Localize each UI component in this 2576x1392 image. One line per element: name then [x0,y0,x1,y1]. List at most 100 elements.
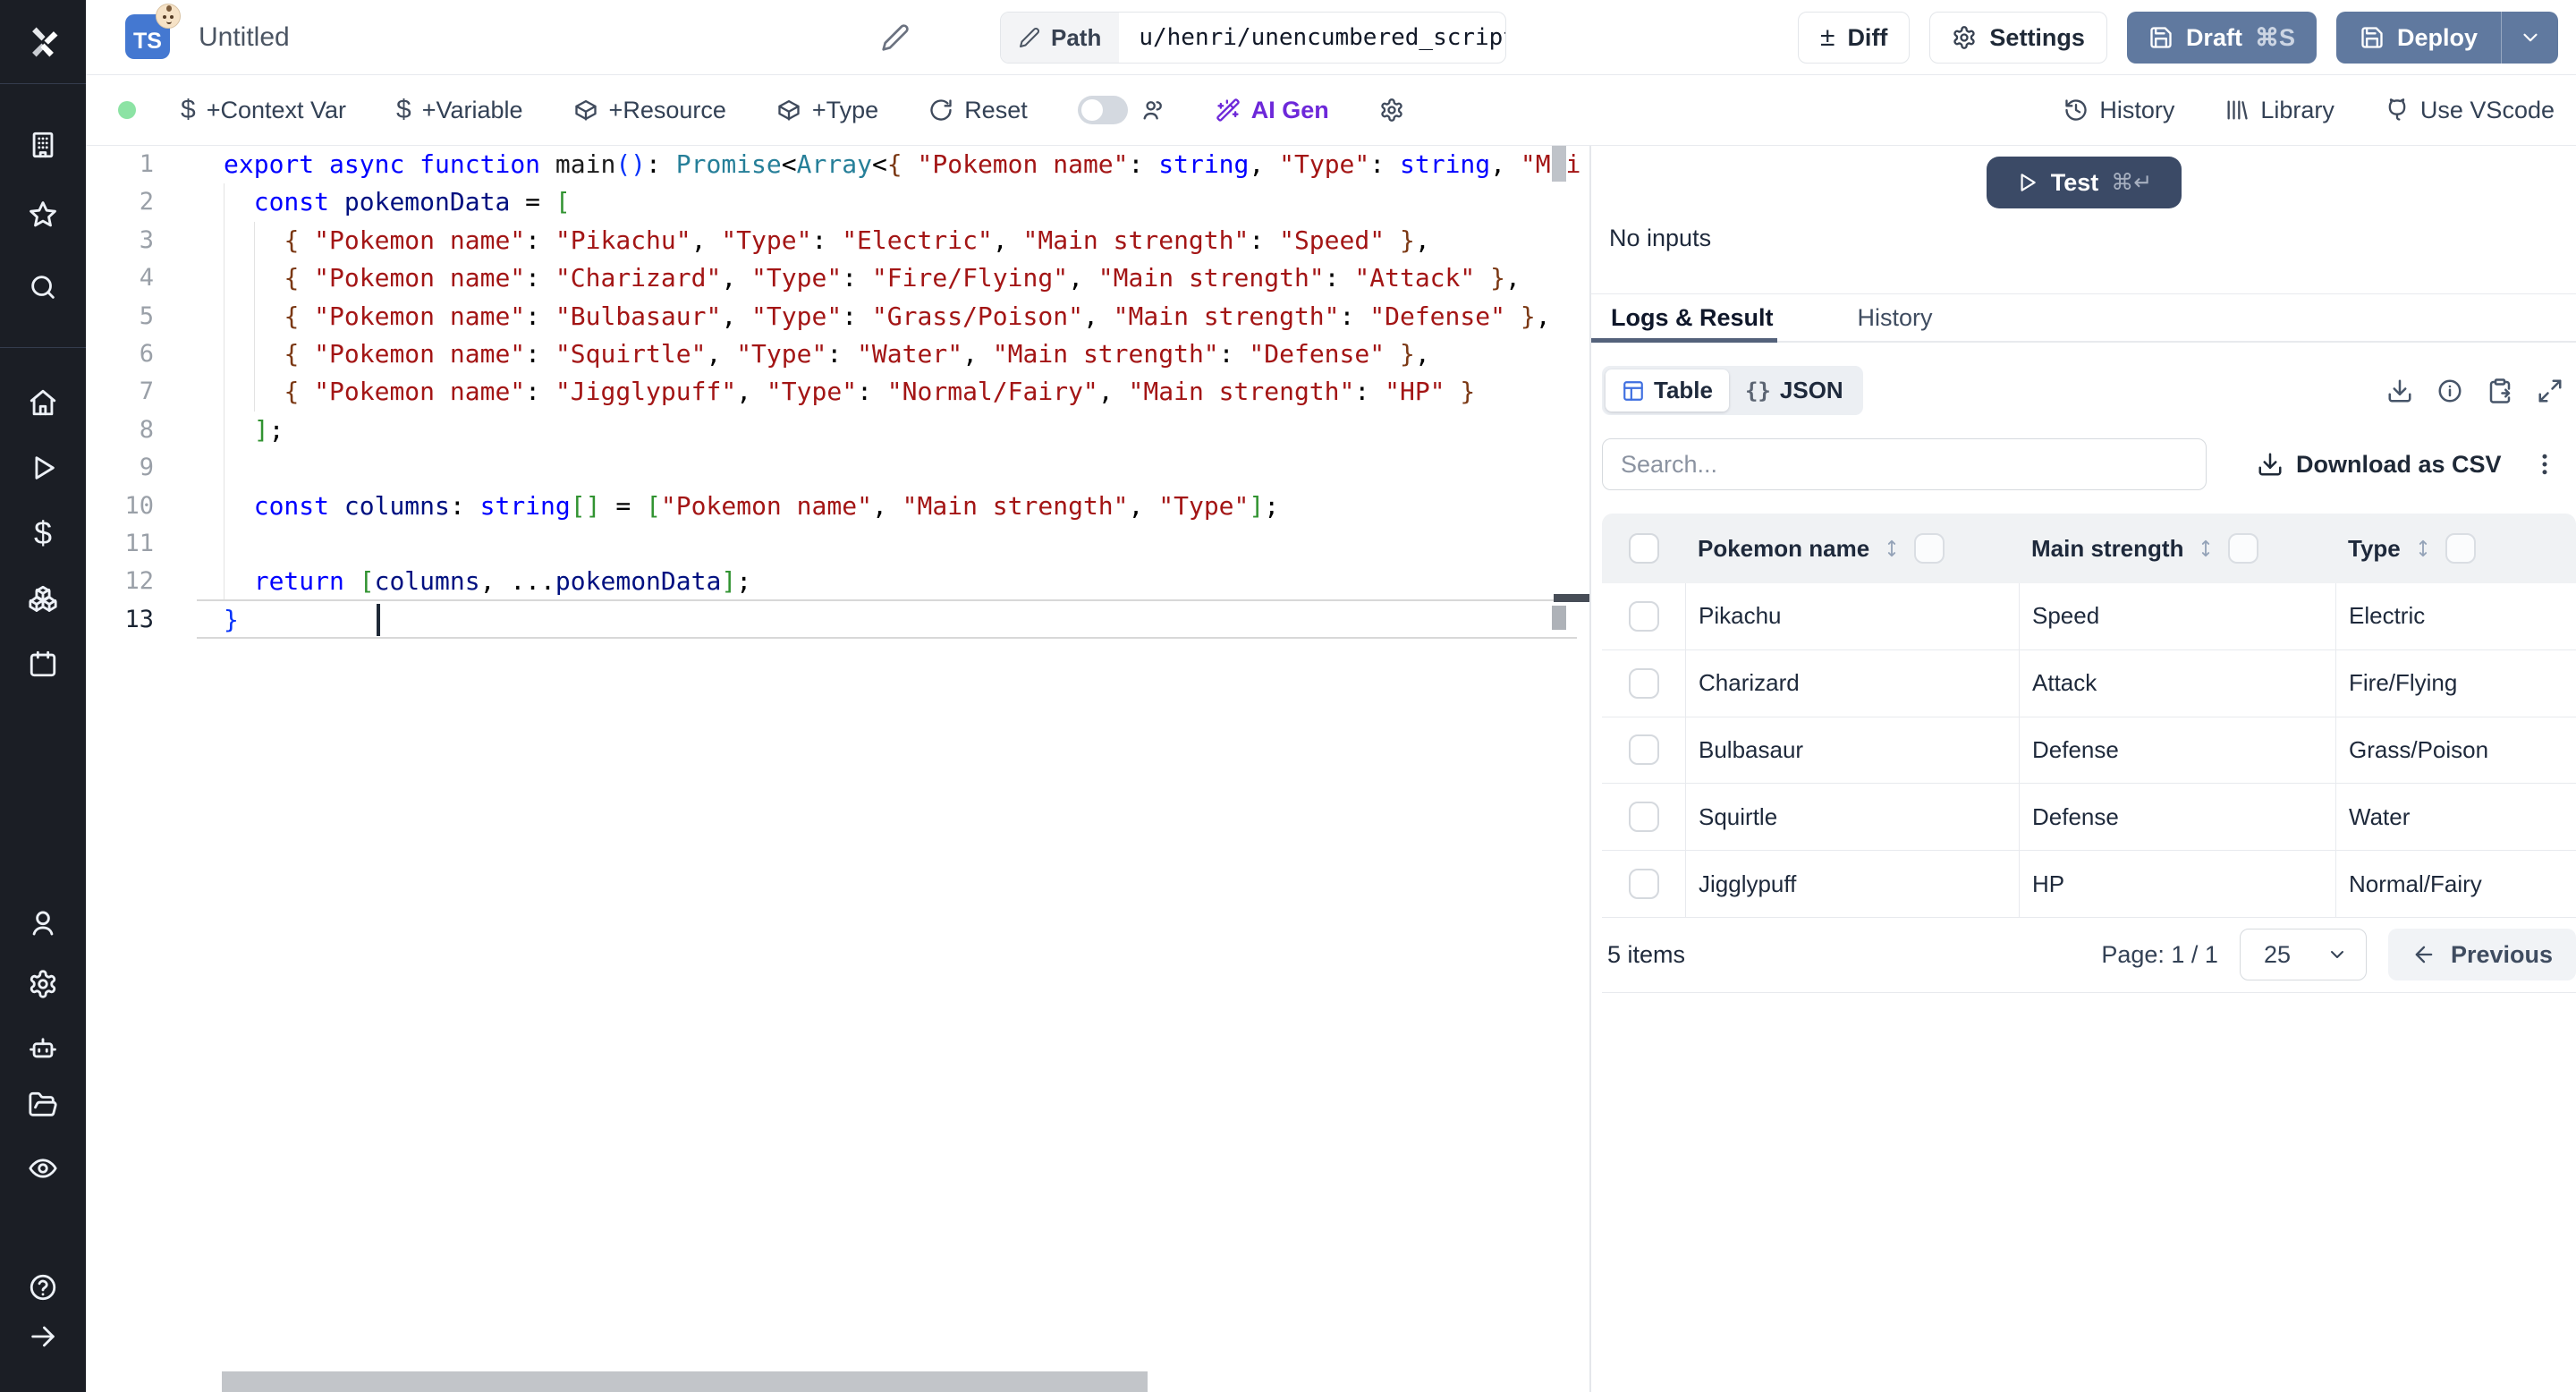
ai-gen-button[interactable]: AI Gen [1216,97,1329,124]
editor-vertical-scrollbar[interactable] [1552,146,1566,182]
library-button[interactable]: Library [2224,97,2334,124]
draft-button[interactable]: Draft ⌘S [2126,12,2317,64]
sidebar-item-settings[interactable] [0,955,86,1013]
sidebar-item-search[interactable] [0,259,86,316]
code-line[interactable] [224,525,1589,563]
add-type-button[interactable]: +Type [776,97,878,124]
line-number: 4 [139,264,154,293]
path-label: Path [1051,23,1102,51]
column-filter-pill[interactable] [1914,533,1945,564]
table-cell: Pikachu [1685,583,2019,649]
history-button[interactable]: History [2063,97,2174,124]
view-table-button[interactable]: Table [1606,369,1729,412]
code-line[interactable]: } [224,601,1589,639]
edit-title-icon[interactable] [881,23,910,52]
multiplayer-button[interactable] [1140,98,1165,123]
select-all-checkbox[interactable] [1628,533,1659,564]
table-row[interactable]: Charizard Attack Fire/Flying [1602,649,2576,717]
page-size-select[interactable]: 25 [2239,929,2367,981]
result-tabs: Logs & Result History [1591,294,2576,343]
history-label: History [2099,96,2175,123]
reset-button[interactable]: Reset [928,97,1028,124]
sidebar-item-variables[interactable]: $ [0,505,86,562]
tab-history[interactable]: History [1838,304,1953,332]
column-filter-pill[interactable] [2445,533,2476,564]
search-icon [31,276,55,299]
sidebar-item-favorites[interactable] [0,186,86,243]
editor-horizontal-scrollbar[interactable] [222,1371,1148,1392]
windmill-logo[interactable] [0,0,86,84]
sidebar-item-audit-logs[interactable] [0,1140,86,1197]
use-vscode-button[interactable]: Use VScode [2385,97,2555,124]
table-row[interactable]: Pikachu Speed Electric [1602,583,2576,650]
table-row[interactable]: Jigglypuff HP Normal/Fairy [1602,851,2576,918]
deploy-dropdown-button[interactable] [2501,12,2558,64]
script-path-field[interactable]: Path u/henri/unencumbered_script [1000,12,1506,64]
tab-logs-result[interactable]: Logs & Result [1591,304,1793,332]
line-number: 5 [139,301,154,330]
panel-splitter[interactable] [1589,146,1591,1392]
diff-button[interactable]: ± Diff [1797,12,1911,64]
sidebar-item-folders[interactable] [0,1076,86,1133]
expand-icon[interactable] [2537,378,2563,404]
copy-to-clipboard-icon[interactable] [2487,378,2513,404]
arrow-left-icon [2415,946,2433,963]
sidebar-item-users[interactable] [0,895,86,952]
code-line[interactable]: { "Pokemon name": "Bulbasaur", "Type": "… [224,298,1589,335]
editor-toolbar: $ +Context Var $ +Variable +Resource +Ty… [86,75,2576,146]
sidebar-item-workers[interactable] [0,1019,86,1076]
table-cell: Normal/Fairy [2335,851,2576,917]
diff-mode-toggle[interactable] [1077,96,1128,124]
code-line[interactable]: const pokemonData = [ [224,183,1589,221]
editor-settings-button[interactable] [1379,98,1404,123]
result-table: Pokemon name Main strength Type Pikachu S… [1602,514,2576,993]
sidebar-item-runs[interactable] [0,439,86,497]
column-filter-pill[interactable] [2228,533,2259,564]
code-line[interactable] [224,449,1589,487]
result-search-input[interactable] [1602,438,2207,490]
table-row[interactable]: Bulbasaur Defense Grass/Poison [1602,717,2576,785]
sort-icon[interactable] [2413,537,2433,560]
previous-page-button[interactable]: Previous [2387,929,2576,981]
code-line[interactable]: { "Pokemon name": "Pikachu", "Type": "El… [224,222,1589,259]
sidebar-item-schedules[interactable] [0,635,86,692]
settings-button[interactable]: Settings [1929,12,2107,64]
code-line[interactable]: ]; [224,412,1589,449]
table-row[interactable]: Squirtle Defense Water [1602,784,2576,852]
deploy-button[interactable]: Deploy [2335,12,2501,64]
code-content[interactable]: export async function main(): Promise<Ar… [224,146,1589,1371]
add-resource-button[interactable]: +Resource [573,97,726,124]
column-header-type: Type [2348,534,2401,562]
sort-icon[interactable] [1882,537,1902,560]
row-checkbox[interactable] [1628,802,1659,833]
sidebar-item-resources[interactable] [0,570,86,627]
page-title: Untitled [199,22,290,52]
test-button[interactable]: Test ⌘↵ [1986,157,2182,208]
view-json-button[interactable]: {} JSON [1729,369,1860,412]
info-icon[interactable] [2436,378,2463,404]
download-icon[interactable] [2386,378,2413,404]
row-checkbox[interactable] [1628,734,1659,766]
more-options-button[interactable] [2531,451,2558,478]
sidebar-item-home[interactable] [0,374,86,431]
code-line[interactable]: export async function main(): Promise<Ar… [224,146,1589,183]
add-variable-label: +Variable [421,96,523,123]
dollar-icon: $ [396,95,411,124]
row-checkbox[interactable] [1628,667,1659,699]
code-line[interactable]: { "Pokemon name": "Squirtle", "Type": "W… [224,335,1589,373]
add-variable-button[interactable]: $ +Variable [396,95,523,125]
row-checkbox[interactable] [1628,869,1659,900]
code-line[interactable]: const columns: string[] = ["Pokemon name… [224,488,1589,525]
sidebar-item-workspaces[interactable] [0,116,86,174]
calendar-icon [30,650,56,677]
code-line[interactable]: return [columns, ...pokemonData]; [224,563,1589,600]
sort-icon[interactable] [2196,537,2216,560]
table-cell: Water [2335,784,2576,851]
sidebar-item-expand[interactable] [0,1308,86,1365]
code-line[interactable]: { "Pokemon name": "Charizard", "Type": "… [224,259,1589,297]
code-editor[interactable]: 1 2 3 4 5 6 7 8 9 10 11 12 13 export async function … [86,146,1589,1392]
add-context-var-button[interactable]: $ +Context Var [181,95,346,125]
code-line[interactable]: { "Pokemon name": "Jigglypuff", "Type": … [224,373,1589,411]
download-csv-button[interactable]: Download as CSV [2257,451,2502,479]
row-checkbox[interactable] [1628,600,1659,632]
